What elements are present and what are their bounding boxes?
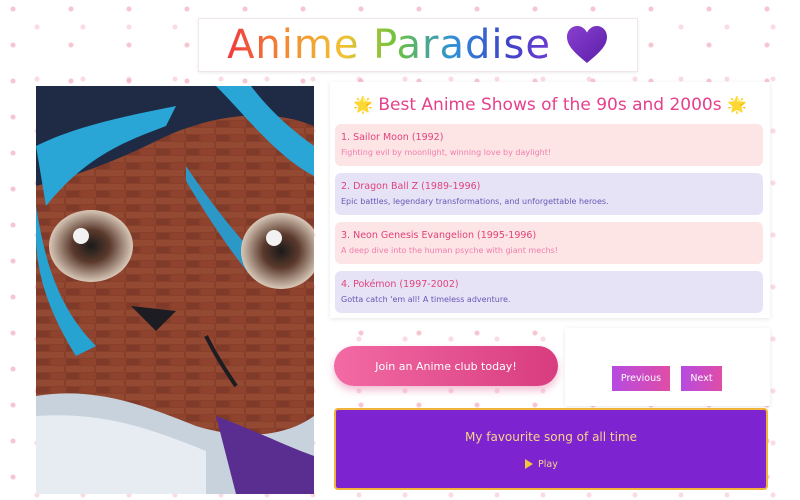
- show-description: Gotta catch 'em all! A timeless adventur…: [341, 295, 511, 304]
- show-description: Epic battles, legendary transformations,…: [341, 197, 609, 206]
- play-button[interactable]: Play: [525, 454, 571, 474]
- list-item: 3. Neon Genesis Evangelion (1995-1996) A…: [335, 222, 763, 264]
- show-description: Fighting evil by moonlight, winning love…: [341, 148, 552, 157]
- show-title: 1. Sailor Moon (1992): [341, 132, 444, 143]
- shows-card: 🌟 Best Anime Shows of the 90s and 2000s …: [330, 82, 770, 318]
- anime-mural-image: [36, 86, 314, 494]
- shows-heading: 🌟 Best Anime Shows of the 90s and 2000s …: [330, 82, 770, 120]
- list-item: 1. Sailor Moon (1992) Fighting evil by m…: [335, 124, 763, 166]
- pager-card: Previous Next: [565, 328, 770, 406]
- music-card: My favourite song of all time Play: [334, 408, 768, 490]
- show-title: 2. Dragon Ball Z (1989-1996): [341, 181, 481, 192]
- play-label: Play: [538, 458, 558, 470]
- show-description: A deep dive into the human psyche with g…: [341, 246, 558, 255]
- play-icon: [525, 459, 533, 469]
- shows-heading-text: Best Anime Shows of the 90s and 2000s: [378, 95, 722, 115]
- show-title: 3. Neon Genesis Evangelion (1995-1996): [341, 230, 537, 241]
- show-list: 1. Sailor Moon (1992) Fighting evil by m…: [335, 124, 763, 318]
- star-icon: 🌟: [353, 95, 373, 114]
- next-button[interactable]: Next: [681, 366, 722, 391]
- star-icon: 🌟: [727, 95, 747, 114]
- site-title: Anime Paradise: [227, 22, 551, 68]
- previous-button[interactable]: Previous: [612, 366, 670, 391]
- site-header: Anime Paradise: [198, 18, 638, 72]
- heart-icon: [566, 26, 607, 63]
- show-title: 4. Pokémon (1997-2002): [341, 279, 459, 290]
- join-club-button[interactable]: Join an Anime club today!: [334, 346, 558, 386]
- list-item: 4. Pokémon (1997-2002) Gotta catch 'em a…: [335, 271, 763, 313]
- music-title: My favourite song of all time: [464, 430, 638, 444]
- list-item: 2. Dragon Ball Z (1989-1996) Epic battle…: [335, 173, 763, 215]
